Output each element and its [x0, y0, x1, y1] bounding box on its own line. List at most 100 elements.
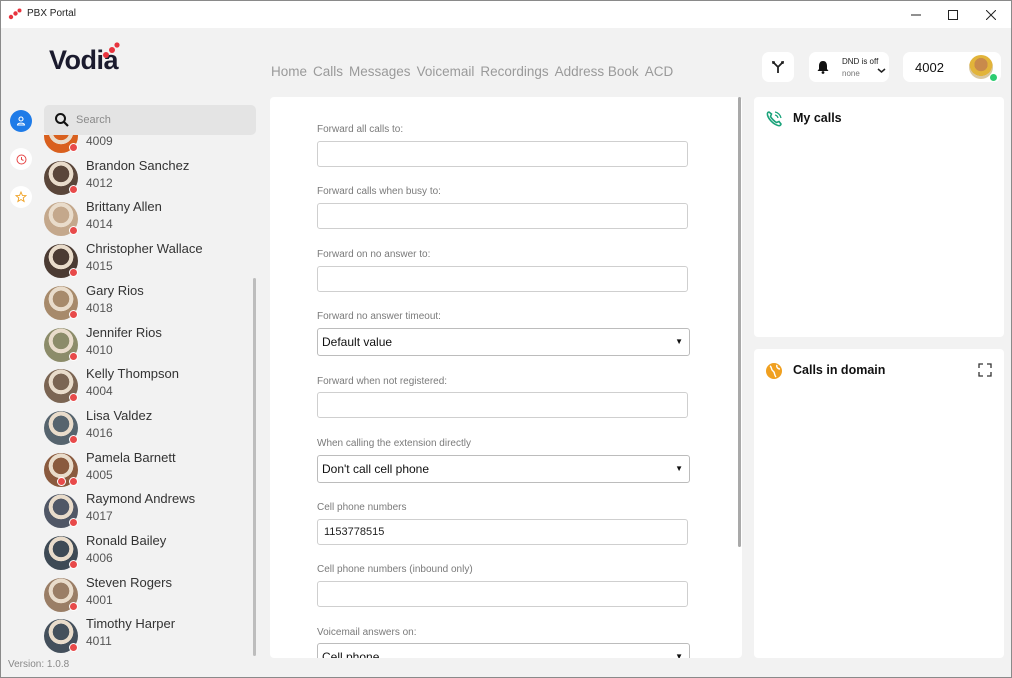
- calls-in-domain-title: Calls in domain: [793, 363, 886, 377]
- dnd-select-value[interactable]: none: [842, 69, 860, 78]
- nav-acd[interactable]: ACD: [645, 64, 674, 79]
- nav-messages[interactable]: Messages: [349, 64, 411, 79]
- contact-extension: 4016: [86, 425, 113, 440]
- cell-numbers-label: Cell phone numbers: [317, 502, 407, 513]
- nav-recordings[interactable]: Recordings: [480, 64, 548, 79]
- rail-contacts-button[interactable]: [10, 110, 32, 132]
- contact-list-item[interactable]: Ronald Bailey 4006: [41, 532, 253, 574]
- contact-list-item[interactable]: Kelly Thompson 4004: [41, 365, 253, 407]
- forward-busy-label: Forward calls when busy to:: [317, 186, 441, 197]
- maximize-icon: [948, 9, 958, 20]
- contact-name: Raymond Andrews: [86, 491, 196, 507]
- close-icon: [986, 9, 996, 20]
- presence-status-dot: [69, 434, 78, 444]
- cell-numbers-inbound-label: Cell phone numbers (inbound only): [317, 564, 473, 575]
- forward-busy-input[interactable]: [317, 203, 688, 229]
- contact-name: Steven Rogers: [86, 574, 172, 590]
- contact-name: Timothy Harper: [86, 616, 176, 632]
- contact-extension: 4014: [86, 217, 113, 232]
- contact-list-item[interactable]: Brittany Allen 4014: [41, 198, 253, 240]
- close-button[interactable]: [972, 1, 1010, 28]
- presence-status-dot: [69, 226, 78, 236]
- nav-voicemail[interactable]: Voicemail: [417, 64, 475, 79]
- contact-name: Lisa Valdez: [86, 407, 153, 423]
- nav-address-book[interactable]: Address Book: [555, 64, 639, 79]
- nav-calls[interactable]: Calls: [313, 64, 343, 79]
- presence-status-dot: [69, 560, 78, 569]
- contact-list-scrollbar[interactable]: [253, 278, 256, 656]
- expand-icon[interactable]: [978, 363, 992, 377]
- dnd-status-text: DND is off: [842, 57, 879, 66]
- rail-recent-button[interactable]: [10, 148, 32, 170]
- contact-list-item[interactable]: Lisa Valdez 4016: [41, 407, 253, 449]
- contact-list: 4009 Brandon Sanchez 4012 Brittany Allen 401…: [41, 135, 253, 655]
- contact-extension: 4015: [86, 259, 113, 274]
- calls-in-domain-panel: Calls in domain: [754, 349, 1004, 658]
- my-calls-title: My calls: [793, 111, 842, 125]
- voicemail-answers-select[interactable]: Cell phone ▼: [317, 643, 690, 658]
- cell-numbers-input[interactable]: 1153778515: [317, 519, 688, 545]
- contact-list-item[interactable]: Brandon Sanchez 4012: [41, 157, 253, 199]
- extension-badge[interactable]: 4002: [903, 52, 1001, 82]
- person-icon: [16, 116, 26, 126]
- presence-status-dot: [69, 309, 78, 319]
- online-status-dot: [989, 73, 998, 82]
- globe-icon: [766, 363, 782, 379]
- clock-icon: [16, 154, 26, 164]
- contact-extension: 4011: [86, 634, 112, 649]
- phone-icon: [766, 111, 782, 127]
- forward-no-answer-input[interactable]: [317, 266, 688, 292]
- title-bar: PBX Portal: [1, 1, 1011, 28]
- contact-extension: 4012: [86, 175, 113, 190]
- forward-not-registered-input[interactable]: [317, 392, 688, 418]
- version-label: Version: 1.0.8: [8, 659, 70, 670]
- contact-extension: 4005: [86, 467, 113, 482]
- bell-icon: [817, 61, 829, 74]
- presence-status-dot: [69, 476, 78, 486]
- contact-list-item[interactable]: Pamela Barnett 4005: [41, 449, 253, 491]
- search-input[interactable]: [76, 110, 246, 130]
- cell-numbers-inbound-input[interactable]: [317, 581, 688, 607]
- main-nav: Home Calls Messages Voicemail Recordings…: [271, 64, 679, 79]
- contact-list-item[interactable]: Christopher Wallace 4015: [41, 240, 253, 282]
- contact-list-item[interactable]: Timothy Harper 4011: [41, 615, 253, 655]
- forward-no-answer-label: Forward on no answer to:: [317, 249, 431, 260]
- no-answer-timeout-select[interactable]: Default value ▼: [317, 328, 690, 356]
- calling-directly-label: When calling the extension directly: [317, 438, 471, 449]
- contact-list-item[interactable]: 4009: [41, 135, 253, 157]
- contact-extension: 4001: [86, 592, 113, 607]
- star-icon: [15, 191, 27, 203]
- forward-all-label: Forward all calls to:: [317, 124, 404, 135]
- contact-extension: 4004: [86, 384, 113, 399]
- contact-list-item[interactable]: Gary Rios 4018: [41, 282, 253, 324]
- chevron-down-icon: [877, 68, 886, 73]
- minimize-button[interactable]: [897, 1, 935, 28]
- contact-extension: 4009: [86, 135, 113, 148]
- voicemail-answers-value: Cell phone: [322, 650, 380, 658]
- select-arrow-icon: ▼: [675, 652, 683, 658]
- presence-status-dot: [69, 601, 78, 611]
- contact-name: Jennifer Rios: [86, 324, 162, 340]
- contact-name: Gary Rios: [86, 282, 144, 298]
- nav-home[interactable]: Home: [271, 64, 307, 79]
- contact-list-item[interactable]: Steven Rogers 4001: [41, 574, 253, 616]
- contact-list-item[interactable]: Jennifer Rios 4010: [41, 324, 253, 366]
- form-scrollbar[interactable]: [738, 97, 741, 547]
- contact-name: Pamela Barnett: [86, 449, 176, 465]
- select-arrow-icon: ▼: [675, 337, 683, 346]
- contact-list-item[interactable]: Raymond Andrews 4017: [41, 490, 253, 532]
- presence-status-dot: [69, 643, 78, 653]
- dnd-control[interactable]: DND is off none: [809, 52, 889, 82]
- call-routing-button[interactable]: [762, 52, 794, 82]
- rail-favorites-button[interactable]: [10, 186, 32, 208]
- contact-name: Christopher Wallace: [86, 241, 203, 257]
- extension-number: 4002: [915, 60, 944, 75]
- calling-directly-select[interactable]: Don't call cell phone ▼: [317, 455, 690, 483]
- voicemail-answers-label: Voicemail answers on:: [317, 627, 417, 638]
- maximize-button[interactable]: [934, 1, 972, 28]
- forward-all-input[interactable]: [317, 141, 688, 167]
- no-answer-timeout-value: Default value: [322, 335, 393, 349]
- contact-extension: 4010: [86, 342, 113, 357]
- presence-status-dot: [69, 268, 78, 278]
- presence-status-dot: [69, 143, 78, 152]
